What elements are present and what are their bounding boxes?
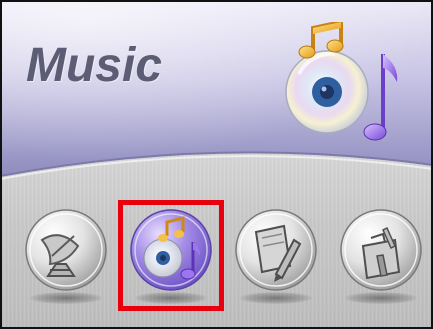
button-shadow <box>240 292 312 304</box>
main-menu <box>0 190 433 329</box>
satellite-dish-icon <box>25 209 107 291</box>
menu-item-music[interactable] <box>127 206 215 304</box>
music-menu-screen: Music <box>0 0 433 329</box>
menu-item-toolbox[interactable] <box>337 206 425 304</box>
music-cd-note-icon <box>130 209 212 291</box>
button-shadow <box>135 292 207 304</box>
button-shadow <box>30 292 102 304</box>
toolbox-tools-icon <box>340 209 422 291</box>
button-shadow <box>345 292 417 304</box>
menu-item-satellite[interactable] <box>22 206 110 304</box>
page-title: Music <box>26 39 163 92</box>
notepad-pen-icon <box>235 209 317 291</box>
menu-item-notepad[interactable] <box>232 206 320 304</box>
music-cd-note-icon <box>275 19 405 147</box>
